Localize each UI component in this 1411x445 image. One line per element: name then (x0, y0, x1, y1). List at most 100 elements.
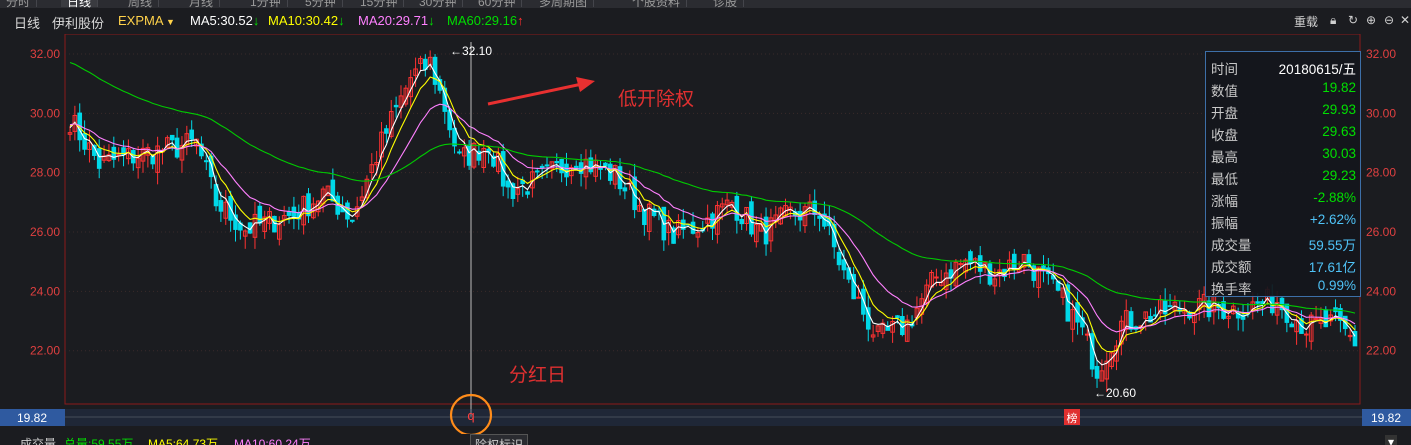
cursor-band (65, 409, 1362, 426)
tab-11[interactable]: 诊股 (707, 0, 745, 8)
indicator-select[interactable]: EXPMA ▼ (118, 13, 175, 28)
tab-0[interactable]: 分时 (0, 0, 38, 8)
info-label: 涨幅 (1211, 194, 1238, 209)
close-icon[interactable]: ✕ (1400, 13, 1410, 27)
candle-body (203, 160, 209, 163)
info-label: 收盘 (1211, 128, 1238, 143)
reweight-button[interactable]: 重载 (1294, 13, 1318, 30)
candle-body (861, 288, 866, 315)
y-tick-right: 30.00 (1366, 106, 1396, 120)
tab-8[interactable]: 60分钟 (472, 0, 523, 8)
info-row-10: 换手率 0.99% (1206, 278, 1362, 300)
candle-body (534, 170, 540, 173)
candle-body (218, 200, 224, 212)
candle-body (934, 276, 939, 279)
chart-header: 日线 伊利股份 EXPMA ▼ MA5:30.52↓ MA10:30.42↓ M… (0, 8, 1411, 34)
high-label: ←32.10 (450, 44, 492, 58)
indicator-label: EXPMA (118, 13, 164, 28)
period-label[interactable]: 日线 (14, 13, 40, 32)
price-tag-right-text: 19.82 (1371, 411, 1401, 425)
candle-body (457, 151, 462, 154)
info-label: 最低 (1211, 172, 1238, 187)
tab-6[interactable]: 15分钟 (354, 0, 405, 8)
ex-rights-tooltip: 除权标识 (470, 434, 529, 445)
dividend-marker: q (467, 408, 474, 423)
lock-icon[interactable]: 🔒︎ (1330, 13, 1336, 28)
stock-name: 伊利股份 (52, 16, 105, 31)
info-row-6: 涨幅 -2.88% (1206, 190, 1362, 212)
period-tab-bar: 分时 日线 周线 月线 1分钟 5分钟 15分钟 30分钟 60分钟 多周期图 个股资料 诊股 (0, 0, 1411, 8)
dividend-day-annotation: 分红日 (509, 364, 567, 386)
tab-7[interactable]: 30分钟 (413, 0, 464, 8)
info-label: 成交额 (1211, 260, 1252, 275)
ex-rights-arrow (487, 82, 583, 106)
y-tick-right: 26.00 (1366, 225, 1396, 239)
candle-body (272, 215, 277, 233)
info-value: 17.61亿 (1308, 260, 1356, 275)
chevron-down-icon: ▼ (163, 17, 175, 27)
info-value: 29.23 (1322, 168, 1356, 183)
info-value: +2.62% (1309, 212, 1356, 227)
info-label: 最高 (1211, 150, 1238, 165)
candle-body (544, 164, 550, 167)
info-label: 开盘 (1211, 106, 1238, 121)
volume-label: 成交量 (20, 437, 57, 445)
candle-body (856, 296, 861, 299)
candle-body (734, 195, 740, 221)
candle-body (384, 128, 389, 134)
tab-9[interactable]: 多周期图 (533, 0, 595, 8)
candle-body (559, 159, 564, 174)
tab-2[interactable]: 周线 (122, 0, 160, 8)
candle-body (169, 134, 175, 141)
info-panel: 时间 20180615/五 数值 19.82 开盘 29.93 收盘 29.63 最高 30.03… (1205, 51, 1361, 297)
info-value: 29.93 (1322, 102, 1356, 117)
tab-3[interactable]: 月线 (183, 0, 221, 8)
candle-body (466, 144, 472, 166)
info-label: 成交量 (1211, 238, 1252, 253)
info-row-2: 开盘 29.93 (1206, 102, 1362, 124)
info-value: 19.82 (1322, 80, 1356, 95)
candle-body (189, 129, 194, 140)
candle-body (690, 221, 696, 234)
y-tick-left: 32.00 (30, 47, 60, 61)
candle-body (895, 315, 900, 319)
candle-body (393, 104, 399, 108)
candle-body (1313, 318, 1319, 321)
candle-body (286, 211, 292, 216)
info-label: 换手率 (1211, 282, 1252, 297)
info-row-4: 最高 30.03 (1206, 146, 1362, 168)
info-label: 振幅 (1211, 216, 1238, 231)
bang-badge-text: 榜 (1067, 411, 1078, 425)
info-row-0: 时间 20180615/五 (1206, 58, 1362, 80)
y-tick-left: 26.00 (30, 225, 60, 239)
ma60-legend: MA60:29.16↑ (447, 13, 524, 28)
y-tick-right: 32.00 (1366, 47, 1396, 61)
tab-1[interactable]: 日线 (61, 0, 99, 8)
refresh-icon[interactable]: ↻ (1348, 13, 1358, 27)
candle-body (150, 155, 156, 165)
y-tick-right: 28.00 (1366, 166, 1396, 180)
y-tick-left: 30.00 (30, 106, 60, 120)
zoom-in-icon[interactable]: ⊕ (1366, 13, 1376, 27)
ma10-legend: MA10:30.42↓ (268, 13, 345, 28)
info-label: 时间 (1211, 62, 1238, 77)
tab-10[interactable]: 个股资料 (626, 0, 688, 8)
candle-body (1084, 333, 1090, 336)
candle-body (1289, 323, 1295, 328)
candle-body (1255, 301, 1260, 304)
y-tick-right: 22.00 (1366, 344, 1396, 358)
volume-total: 总量:59.55万 (64, 437, 134, 445)
tab-4[interactable]: 1分钟 (244, 0, 288, 8)
candle-body (554, 161, 560, 164)
kline-chart[interactable]: 32.00 32.00 30.00 30.00 28.00 28.00 26.00 26.00… (0, 34, 1411, 434)
volume-legend-bar: 成交量 总量:59.55万 MA5:64.73万 MA10:60.24万 除权标… (0, 434, 1411, 445)
info-value: 59.55万 (1308, 238, 1356, 253)
info-value: 0.99% (1317, 278, 1356, 293)
info-label: 数值 (1211, 84, 1238, 99)
zoom-out-icon[interactable]: ⊖ (1384, 13, 1394, 27)
candle-body (1011, 253, 1017, 270)
candle-body (525, 191, 530, 195)
tab-5[interactable]: 5分钟 (299, 0, 343, 8)
expand-icon[interactable]: ▾ (1385, 435, 1398, 445)
y-tick-right: 24.00 (1366, 284, 1396, 298)
